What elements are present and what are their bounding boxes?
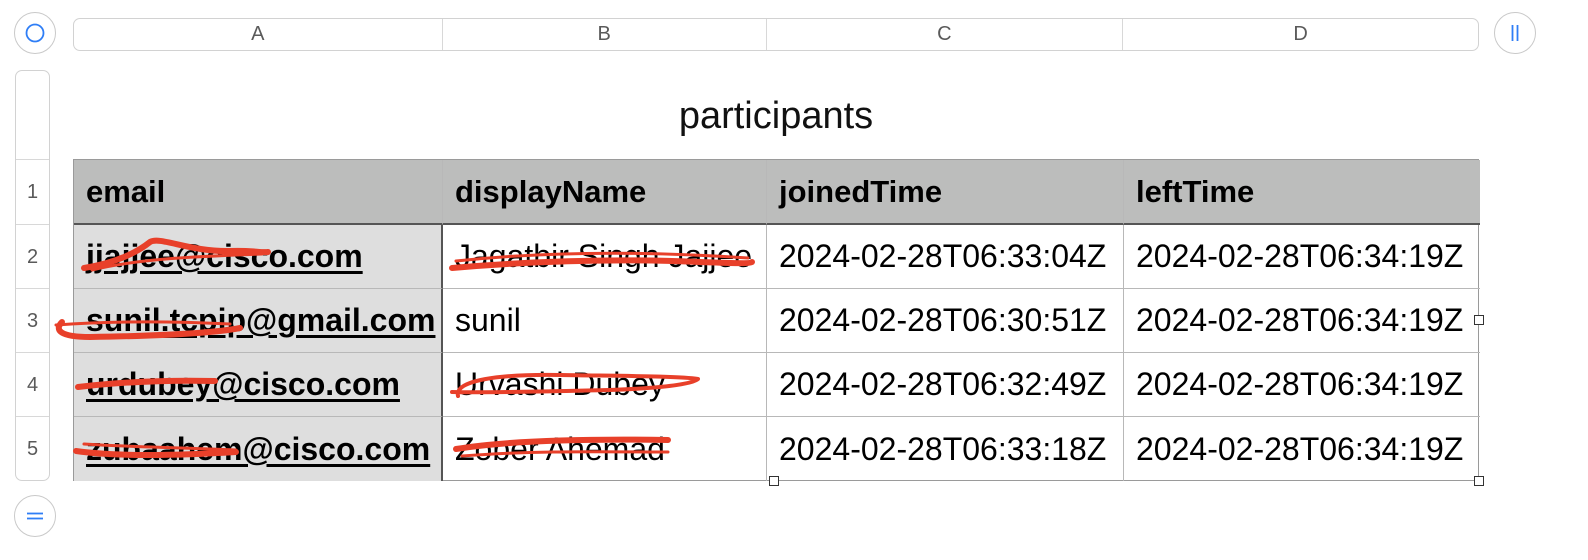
table-select-button[interactable] (14, 12, 56, 54)
table-cell[interactable]: Jagatbir Singh Jajjee (443, 225, 767, 289)
resize-handle-right[interactable] (1474, 315, 1484, 325)
table-cell[interactable]: 2024-02-28T06:33:18Z (767, 417, 1124, 481)
row-header-4[interactable]: 4 (16, 352, 49, 417)
row-header-1[interactable]: 1 (16, 159, 49, 225)
column-header-b[interactable]: B (443, 19, 767, 50)
table-cell[interactable]: zubaahem@cisco.com (74, 417, 443, 481)
resize-handle-corner[interactable] (1474, 476, 1484, 486)
table-cell[interactable]: 2024-02-28T06:32:49Z (767, 353, 1124, 417)
header-cell-email[interactable]: email (74, 160, 443, 225)
circle-select-icon (25, 23, 45, 43)
row-header-5[interactable]: 5 (16, 416, 49, 481)
table-cell[interactable]: 2024-02-28T06:34:19Z (1124, 289, 1480, 353)
row-header-2[interactable]: 2 (16, 224, 49, 289)
table-title[interactable]: participants (73, 88, 1479, 144)
table-cell[interactable]: Urvashi Dubey (443, 353, 767, 417)
row-header-3[interactable]: 3 (16, 288, 49, 353)
add-row-button[interactable] (14, 495, 56, 537)
column-header-bar: A B C D (73, 18, 1479, 51)
table-cell[interactable]: sunil (443, 289, 767, 353)
table-cell[interactable]: 2024-02-28T06:30:51Z (767, 289, 1124, 353)
row-handle-icon (27, 512, 43, 520)
table-cell[interactable]: jjajjee@cisco.com (74, 225, 443, 289)
table-cell[interactable]: 2024-02-28T06:34:19Z (1124, 225, 1480, 289)
row-header-bar: 1 2 3 4 5 (15, 70, 50, 481)
column-header-a[interactable]: A (74, 19, 443, 50)
header-cell-joinedtime[interactable]: joinedTime (767, 160, 1124, 225)
header-cell-lefttime[interactable]: leftTime (1124, 160, 1480, 225)
table-cell[interactable]: Zober Ahemad (443, 417, 767, 481)
header-cell-displayname[interactable]: displayName (443, 160, 767, 225)
column-header-c[interactable]: C (767, 19, 1124, 50)
column-header-d[interactable]: D (1123, 19, 1478, 50)
add-column-button[interactable] (1494, 12, 1536, 54)
table-cell[interactable]: urdubey@cisco.com (74, 353, 443, 417)
resize-handle-bottom[interactable] (769, 476, 779, 486)
table-cell[interactable]: 2024-02-28T06:34:19Z (1124, 417, 1480, 481)
table-cell[interactable]: 2024-02-28T06:33:04Z (767, 225, 1124, 289)
data-table: email displayName joinedTime leftTime jj… (73, 159, 1480, 481)
table-cell[interactable]: sunil.tcpip@gmail.com (74, 289, 443, 353)
table-cell[interactable]: 2024-02-28T06:34:19Z (1124, 353, 1480, 417)
column-handle-icon (1511, 25, 1519, 41)
